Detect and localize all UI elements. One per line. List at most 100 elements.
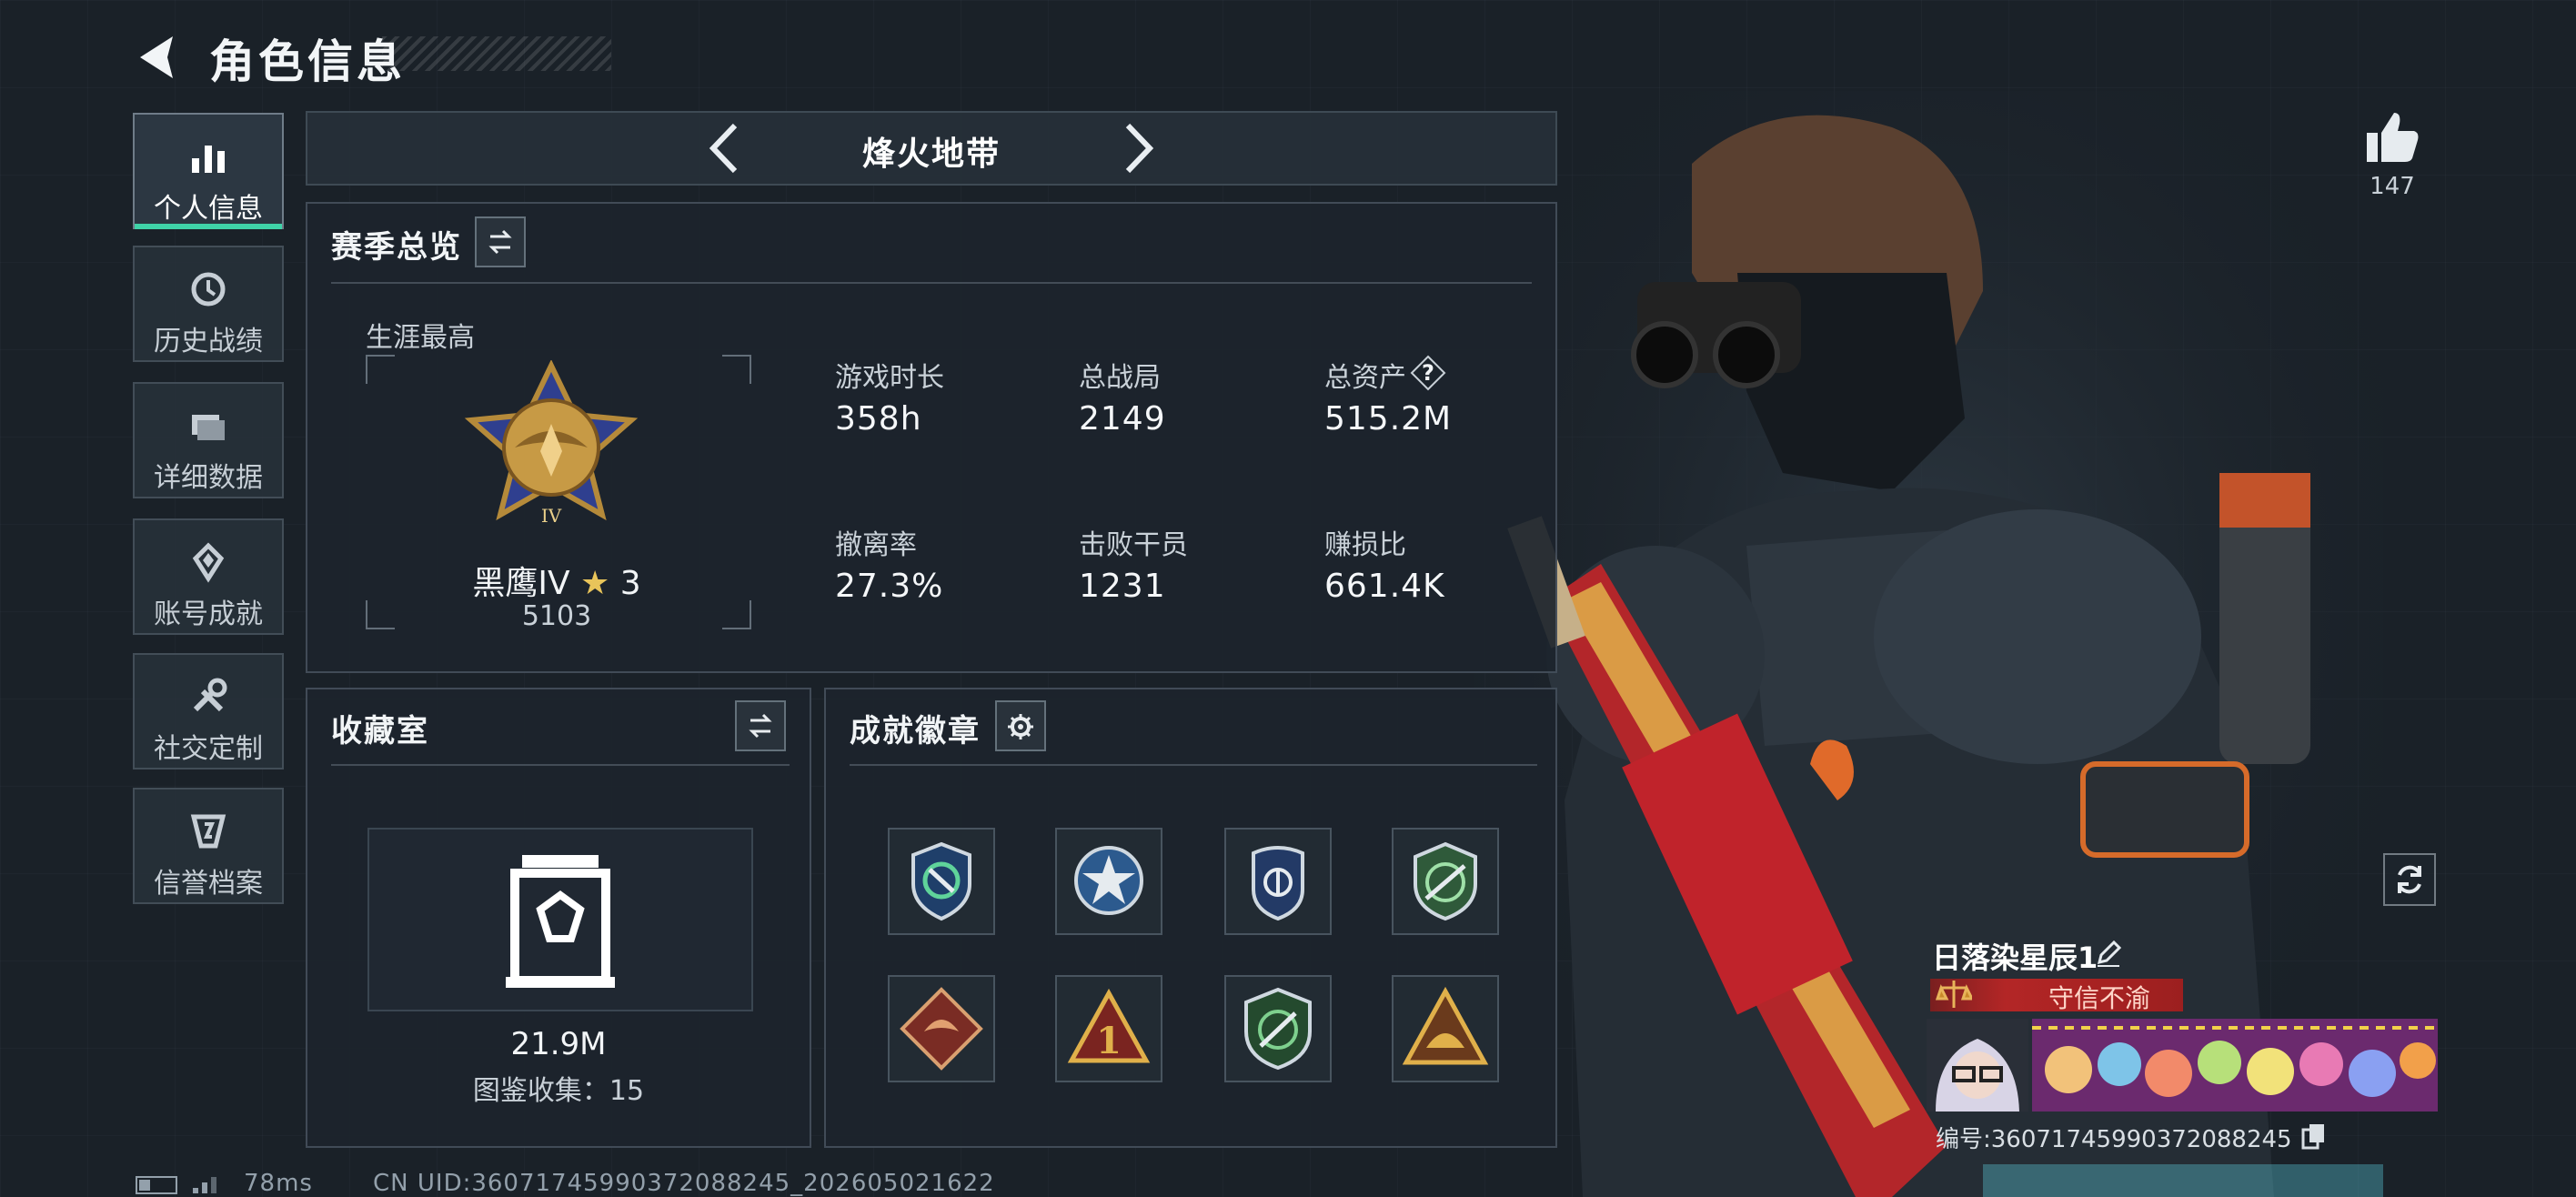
stat-label: 撤离率 [835, 529, 917, 561]
badge-tile[interactable] [888, 828, 995, 935]
dragon-red-badge-icon [900, 987, 983, 1071]
sidebar-item-label: 详细数据 [154, 462, 263, 494]
season-overview-panel: 赛季总览 生涯最高 IV 黑鹰IV ★ 3 5103 游戏时长 358h 总战局… [306, 202, 1557, 673]
stat-label: 总资产 [1324, 362, 1406, 394]
help-icon[interactable]: ? [1410, 355, 1446, 391]
sidebar-item-label: 个人信息 [154, 193, 263, 225]
star-icon: ★ [580, 565, 610, 602]
rank-score: 5103 [521, 600, 592, 632]
stat-value: 661.4K [1324, 568, 1445, 605]
sidebar-item-history[interactable]: 历史战绩 [133, 246, 284, 362]
badge-tile[interactable] [1224, 828, 1332, 935]
badge-tile[interactable] [888, 975, 995, 1082]
showcase-icon [506, 855, 615, 988]
collection-panel: 收藏室 21.9M 图鉴收集：15 [306, 688, 811, 1148]
section-divider [331, 764, 790, 766]
collection-display-frame[interactable] [367, 828, 753, 1011]
stat-label: 总战局 [1079, 362, 1161, 394]
name-card-banner[interactable] [2032, 1019, 2438, 1112]
sidebar-item-label: 历史战绩 [154, 326, 263, 357]
stat-value: 1231 [1079, 568, 1166, 605]
uid-text: CN UID:36071745990372088245_202605021622 [373, 1170, 995, 1197]
helmet-triangle-badge-icon [1402, 986, 1489, 1065]
motto-text: 守信不渝 [2048, 983, 2151, 1013]
scale-emblem-icon [1936, 981, 1972, 1008]
history-icon [191, 272, 226, 307]
player-name: 日落染星辰1 [1932, 940, 2098, 975]
frame-corner [722, 600, 751, 629]
stat-value: 27.3% [835, 568, 944, 605]
number-one-badge-icon: 1 [1067, 988, 1151, 1063]
battery-signal-icon [136, 1176, 216, 1194]
badges-panel: 成就徽章 1 [824, 688, 1557, 1148]
badge-tile[interactable] [1055, 828, 1162, 935]
frame-corner [366, 355, 395, 384]
stat-value: 515.2M [1324, 400, 1453, 438]
catalog-label: 图鉴收集： [472, 1075, 609, 1107]
season-title: 赛季总览 [331, 229, 462, 266]
credit-shield-icon [190, 814, 226, 849]
edit-icon[interactable] [2094, 939, 2123, 968]
stat-value: 2149 [1079, 400, 1166, 438]
title-decoration [382, 36, 611, 71]
achievement-icon [192, 542, 225, 583]
mode-tab-bar: 烽火地带 [306, 111, 1557, 186]
badge-tile[interactable] [1392, 828, 1499, 935]
rank-name: 黑鹰IV [472, 565, 570, 602]
data-folder-icon [192, 415, 225, 440]
frame-corner [366, 600, 395, 629]
collection-title: 收藏室 [331, 713, 429, 749]
sidebar-item-personal-info[interactable]: 个人信息 [133, 113, 284, 229]
tools-icon [193, 678, 227, 712]
bar-chart-icon [192, 146, 225, 173]
sidebar-item-label: 账号成就 [154, 598, 263, 630]
rank-emblem-icon: IV [464, 360, 639, 527]
badges-title: 成就徽章 [850, 713, 981, 749]
mode-tab-label: 烽火地带 [861, 136, 1001, 173]
badge-tile[interactable] [1224, 975, 1332, 1082]
stat-label: 击败干员 [1079, 529, 1188, 561]
rifle-green-badge-icon [1414, 841, 1477, 921]
rank-line: 黑鹰IV ★ 3 [420, 557, 693, 604]
like-icon[interactable] [2363, 107, 2421, 166]
rifle-shield-badge-icon [1244, 987, 1312, 1071]
career-high-label: 生涯最高 [366, 322, 475, 354]
swap-icon [749, 713, 772, 739]
svg-text:IV: IV [541, 505, 562, 527]
rank-stars: 3 [619, 565, 641, 602]
sidebar-item-social[interactable]: 社交定制 [133, 653, 284, 770]
stat-value: 358h [835, 400, 922, 438]
section-divider [331, 282, 1532, 284]
player-avatar[interactable] [1927, 1019, 2028, 1112]
frame-corner [722, 355, 751, 384]
refresh-button[interactable] [2383, 853, 2436, 906]
star-medal-badge-icon [1074, 846, 1143, 915]
sidebar-item-label: 社交定制 [154, 733, 263, 765]
sidebar-item-label: 信誉档案 [154, 868, 263, 900]
swap-icon [488, 229, 512, 255]
page-title: 角色信息 [209, 35, 406, 88]
season-swap-button[interactable] [475, 216, 526, 267]
stat-label: 赚损比 [1324, 529, 1406, 561]
player-id: 编号:36071745990372088245 [1936, 1126, 2292, 1153]
badge-settings-button[interactable] [995, 700, 1046, 751]
police-badge-icon [1252, 846, 1304, 921]
like-count: 147 [2370, 173, 2415, 200]
svg-text:?: ? [1422, 360, 1434, 386]
rotate-icon [2398, 865, 2421, 894]
badge-tile[interactable]: 1 [1055, 975, 1162, 1082]
catalog-line: 图鉴收集：15 [307, 1068, 810, 1108]
copy-icon[interactable] [2301, 1122, 2327, 1150]
sidebar-item-detailed-data[interactable]: 详细数据 [133, 382, 284, 498]
gear-icon [1008, 714, 1033, 739]
back-arrow-icon[interactable] [133, 31, 186, 84]
sidebar-item-credit[interactable]: 信誉档案 [133, 788, 284, 904]
ping-text: 78ms [244, 1170, 313, 1197]
badge-tile[interactable] [1392, 975, 1499, 1082]
chevron-right-icon[interactable] [1119, 118, 1159, 178]
collection-swap-button[interactable] [735, 700, 786, 751]
shield-green-badge-icon [911, 841, 971, 921]
stat-label: 游戏时长 [835, 362, 944, 394]
sidebar-item-achievements[interactable]: 账号成就 [133, 518, 284, 635]
section-divider [850, 764, 1537, 766]
